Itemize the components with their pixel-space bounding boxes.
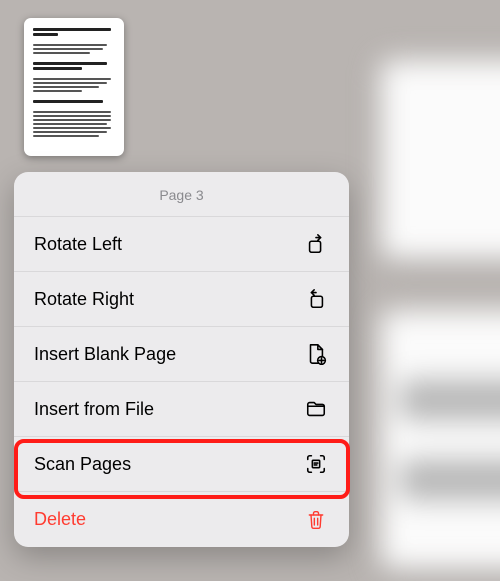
menu-item-delete[interactable]: Delete xyxy=(14,492,349,547)
scan-icon xyxy=(303,453,329,475)
menu-item-label: Delete xyxy=(34,509,86,530)
folder-icon xyxy=(303,399,329,419)
blank-page-icon xyxy=(303,342,329,366)
menu-item-label: Insert from File xyxy=(34,399,154,420)
menu-item-insert-from-file[interactable]: Insert from File xyxy=(14,382,349,437)
menu-item-label: Rotate Left xyxy=(34,234,122,255)
menu-item-rotate-right[interactable]: Rotate Right xyxy=(14,272,349,327)
menu-item-label: Rotate Right xyxy=(34,289,134,310)
rotate-right-icon xyxy=(303,288,329,310)
page-context-menu: Page 3 Rotate Left Rotate Right Insert B… xyxy=(14,172,349,547)
menu-item-rotate-left[interactable]: Rotate Left xyxy=(14,217,349,272)
menu-item-insert-blank-page[interactable]: Insert Blank Page xyxy=(14,327,349,382)
menu-item-label: Scan Pages xyxy=(34,454,131,475)
menu-item-label: Insert Blank Page xyxy=(34,344,176,365)
menu-header: Page 3 xyxy=(14,172,349,217)
menu-item-scan-pages[interactable]: Scan Pages xyxy=(14,437,349,492)
page-thumbnail[interactable] xyxy=(24,18,124,156)
rotate-left-icon xyxy=(303,233,329,255)
trash-icon xyxy=(303,509,329,531)
